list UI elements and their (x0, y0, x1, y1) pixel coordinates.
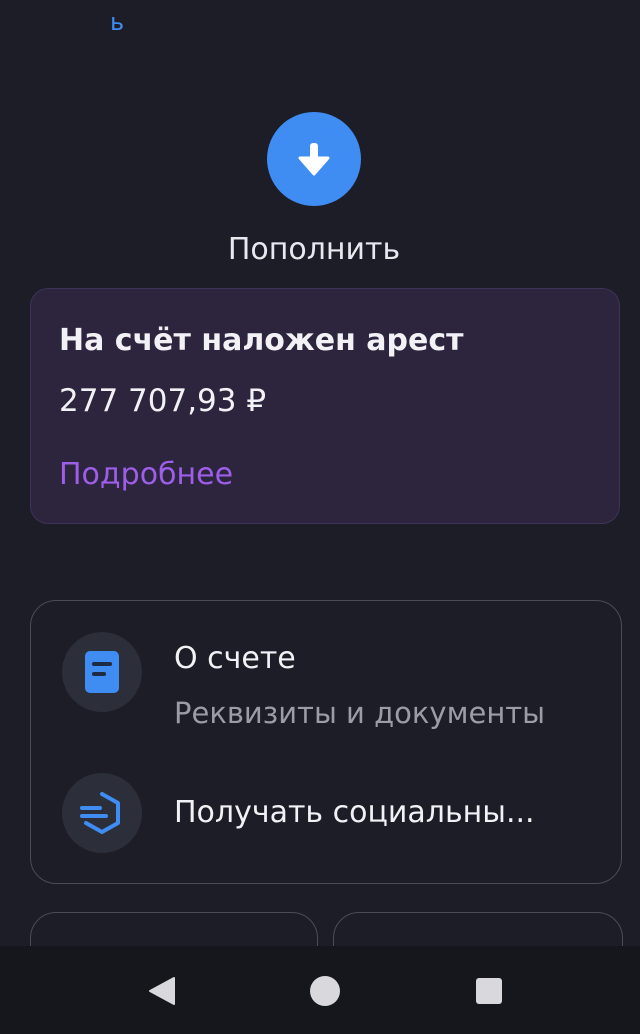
account-info-subtitle: Реквизиты и документы (174, 696, 546, 730)
document-icon (85, 651, 119, 693)
arrest-notice-card: На счёт наложен арест 277 707,93 ₽ Подро… (30, 288, 620, 524)
account-menu-card: О счете Реквизиты и документы Получать с… (30, 600, 622, 884)
details-link[interactable]: Подробнее (59, 457, 233, 493)
screen: ь Пополнить На счёт наложен арест 277 70… (0, 0, 640, 1034)
recents-button[interactable] (472, 974, 506, 1008)
social-payments-row[interactable]: Получать социальны... (31, 751, 621, 873)
arrest-amount: 277 707,93 ₽ (59, 383, 267, 419)
system-navigation-bar (0, 946, 640, 1034)
arrest-notice-title: На счёт наложен арест (59, 323, 464, 358)
topup-button[interactable] (267, 112, 361, 206)
back-triangle-icon (149, 977, 175, 1005)
recents-square-icon (476, 978, 502, 1004)
back-button[interactable] (146, 974, 180, 1008)
social-payments-icon-badge (62, 773, 142, 853)
account-info-row[interactable]: О счете Реквизиты и документы (31, 601, 621, 741)
home-button[interactable] (308, 974, 342, 1008)
social-payments-icon (80, 792, 120, 834)
home-circle-icon (310, 976, 340, 1006)
header-fragment-text: ь (110, 8, 125, 36)
topup-label: Пополнить (227, 232, 401, 267)
topup-action[interactable]: Пополнить (0, 112, 628, 268)
document-icon-badge (62, 632, 142, 712)
social-payments-title: Получать социальны... (174, 795, 535, 830)
account-info-title: О счете (174, 641, 296, 676)
arrow-down-icon (298, 143, 330, 176)
